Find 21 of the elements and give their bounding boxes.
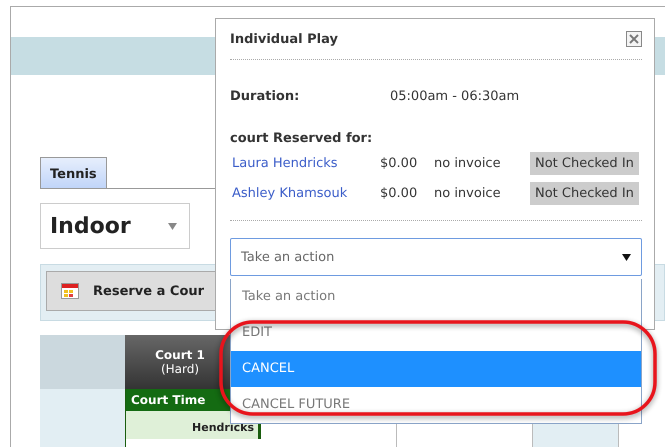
invoice-status: no invoice [434,156,502,170]
action-select[interactable]: Take an action [230,238,642,276]
calendar-icon [61,283,79,299]
player-link[interactable]: Ashley Khamsouk [232,186,380,200]
player-link[interactable]: Laura Hendricks [232,156,380,170]
sport-tab[interactable]: Tennis [40,157,107,188]
caret-icon [168,222,177,230]
dropdown-option[interactable]: CANCEL [231,351,641,387]
duration-value: 05:00am - 06:30am [390,89,520,104]
checkin-status: Not Checked In [530,152,639,174]
checkin-status: Not Checked In [530,182,639,204]
caret-icon [622,254,631,260]
popup-title: Individual Play [230,32,338,46]
duration-label: Duration: [230,89,300,104]
close-button[interactable] [626,31,642,47]
location-select[interactable]: Indoor [40,203,190,249]
reserved-label: court Reserved for: [230,131,374,146]
close-icon [629,34,639,44]
amount: $0.00 [380,186,418,200]
amount: $0.00 [380,156,418,170]
invoice-status: no invoice [434,186,502,200]
